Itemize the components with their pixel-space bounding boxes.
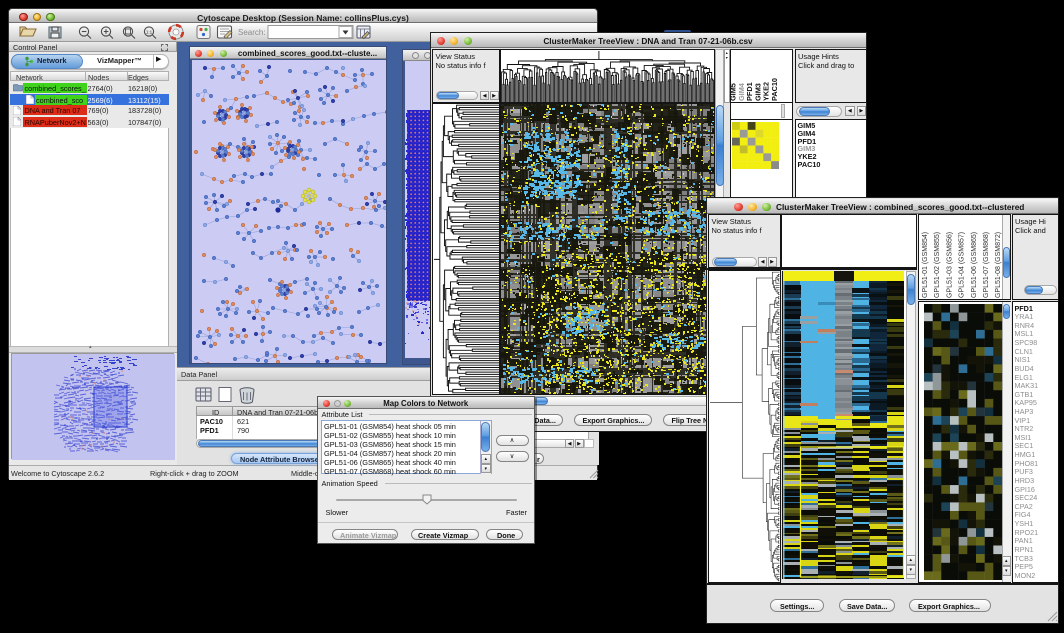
svg-text:Search:: Search:	[238, 28, 266, 37]
svg-text:GPL51-04 (GSM857): GPL51-04 (GSM857)	[958, 231, 965, 297]
svg-text:PAC10: PAC10	[770, 78, 779, 101]
svg-text:GPL51-01 (GSM854): GPL51-01 (GSM854)	[922, 231, 929, 297]
svg-text:GPL51-07 (GSM868): GPL51-07 (GSM868)	[983, 231, 990, 297]
svg-text:GPL51-06 (GSM865): GPL51-06 (GSM865)	[970, 231, 977, 297]
svg-text:GPL51-02 (GSM855): GPL51-02 (GSM855)	[934, 231, 941, 297]
svg-text:1:1: 1:1	[146, 30, 153, 35]
svg-text:GPL51-03 (GSM856): GPL51-03 (GSM856)	[946, 231, 953, 297]
